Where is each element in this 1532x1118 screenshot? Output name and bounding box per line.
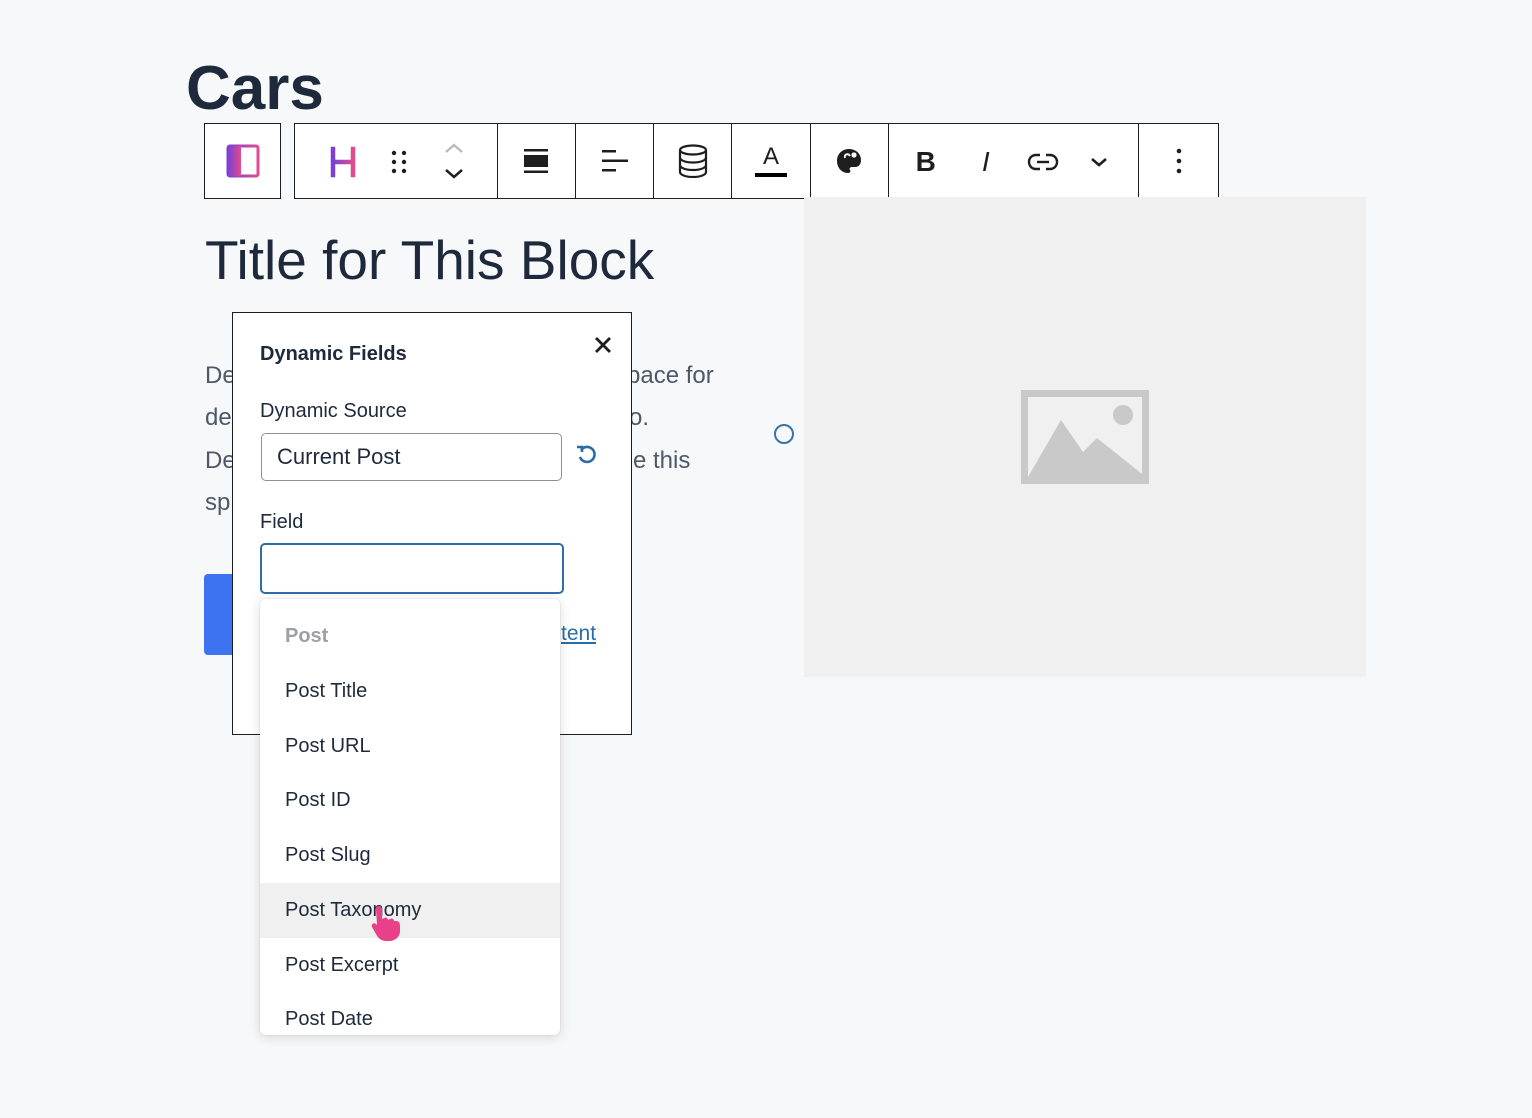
drag-handle-button[interactable] — [385, 146, 413, 178]
database-icon — [678, 144, 707, 178]
description-fragment: e this — [633, 447, 691, 474]
dropdown-option[interactable]: Post Date — [260, 992, 560, 1035]
paint-palette-icon — [837, 149, 862, 173]
description-fragment: sp — [205, 489, 231, 516]
dropdown-option[interactable]: Post ID — [260, 773, 560, 828]
dynamic-source-label: Dynamic Source — [260, 400, 407, 422]
bold-icon: B — [915, 146, 936, 177]
block-type-button[interactable] — [226, 144, 260, 178]
dropdown-option-label: Post URL — [285, 735, 371, 757]
move-up-button[interactable] — [439, 138, 469, 158]
drag-handle-icon — [391, 150, 407, 174]
dropdown-option-label: Post Date — [285, 1008, 373, 1030]
dropdown-option-label: Post Title — [285, 680, 368, 702]
block-title[interactable]: Title for This Block — [205, 230, 654, 291]
popover-link[interactable]: tent — [561, 622, 596, 646]
heading-h-icon — [330, 146, 356, 178]
link-button[interactable] — [1023, 146, 1063, 178]
dropdown-group-label: Post — [285, 625, 329, 647]
styles-button[interactable] — [835, 147, 863, 175]
italic-icon: I — [981, 146, 990, 177]
text-color-button[interactable]: A — [754, 143, 787, 177]
dropdown-option-hovered[interactable]: Post Taxonomy — [260, 883, 560, 938]
chevron-up-icon — [445, 143, 463, 153]
dynamic-source-value: Current Post — [277, 444, 401, 469]
link-icon — [1027, 153, 1058, 171]
text-color-icon: A — [762, 143, 779, 170]
block-align-icon — [524, 149, 549, 173]
dropdown-option-label: Post Slug — [285, 844, 371, 866]
dynamic-source-select[interactable]: Current Post — [261, 433, 562, 481]
close-icon — [595, 337, 611, 353]
resize-handle[interactable] — [774, 424, 794, 444]
more-vertical-icon — [1176, 148, 1181, 174]
bold-button[interactable]: B — [911, 142, 941, 182]
close-button[interactable] — [589, 331, 617, 359]
dropdown-option-label: Post Taxonomy — [285, 899, 422, 921]
reset-source-button[interactable] — [573, 441, 601, 469]
move-down-button[interactable] — [439, 164, 469, 184]
dropdown-option-label: Post ID — [285, 789, 351, 811]
chevron-down-icon — [1090, 158, 1107, 167]
field-dropdown-list: Post Post Title Post URL Post ID Post Sl… — [260, 599, 560, 1035]
field-search-input[interactable] — [260, 543, 564, 594]
description-fragment: o. — [629, 404, 650, 431]
block-toolbar-main-group: A B I — [294, 123, 1219, 199]
block-align-button[interactable] — [523, 148, 549, 174]
dropdown-option[interactable]: Post Title — [260, 664, 560, 719]
dynamic-data-button[interactable] — [678, 144, 708, 178]
image-placeholder[interactable] — [804, 197, 1366, 677]
reset-icon — [577, 445, 596, 464]
image-placeholder-icon — [1021, 390, 1149, 484]
description-fragment: de — [205, 404, 232, 431]
description-fragment: pace for — [627, 362, 714, 389]
block-toolbar-switcher-group — [204, 123, 281, 199]
more-formatting-button[interactable] — [1083, 148, 1115, 176]
italic-button[interactable]: I — [971, 142, 1001, 182]
field-label: Field — [260, 511, 304, 533]
text-color-underline — [754, 173, 787, 177]
page-title: Cars — [186, 54, 324, 123]
dropdown-option[interactable]: Post Excerpt — [260, 938, 560, 993]
heading-block-button[interactable] — [323, 142, 363, 182]
popover-title: Dynamic Fields — [260, 343, 407, 365]
chevron-down-icon — [445, 169, 463, 179]
text-align-button[interactable] — [601, 148, 629, 174]
text-align-left-icon — [601, 150, 628, 172]
dropdown-option[interactable]: Post Slug — [260, 828, 560, 883]
dropdown-option-label: Post Excerpt — [285, 954, 399, 976]
block-options-button[interactable] — [1175, 147, 1183, 175]
dropdown-option[interactable]: Post URL — [260, 719, 560, 774]
columns-gradient-icon — [226, 144, 259, 178]
